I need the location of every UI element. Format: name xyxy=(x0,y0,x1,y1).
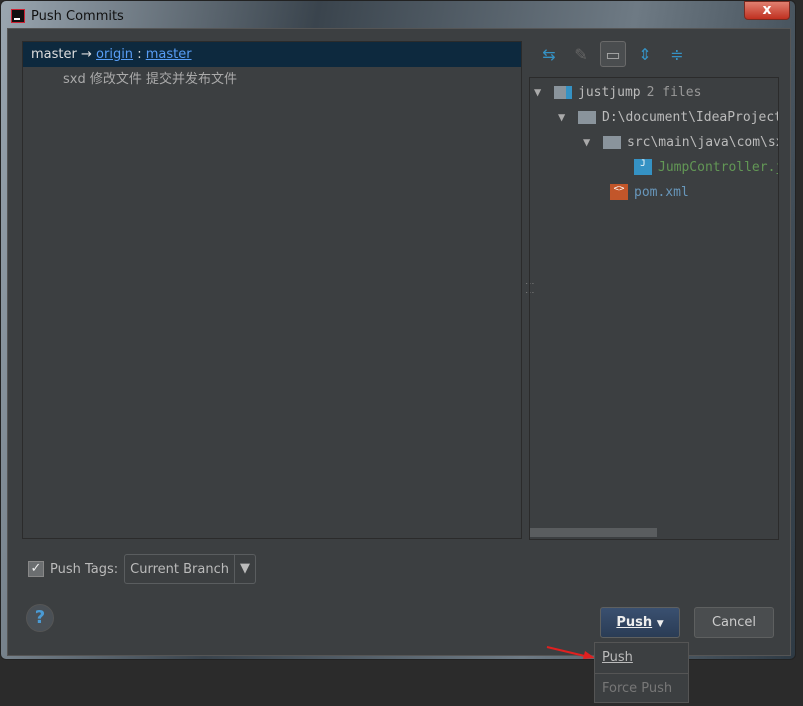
expand-all-icon[interactable]: ⇕ xyxy=(632,41,658,67)
help-button[interactable]: ? xyxy=(26,604,54,632)
push-label: Push xyxy=(616,615,653,630)
push-tags-row: ✓ Push Tags: Current Branch ▼ xyxy=(28,554,256,584)
file-count: 2 files xyxy=(646,84,702,100)
remote-branch-link[interactable]: master xyxy=(146,47,192,62)
branch-row[interactable]: master → origin : master xyxy=(23,42,521,67)
expand-arrow-icon[interactable]: ▼ xyxy=(534,85,548,99)
cancel-button[interactable]: Cancel xyxy=(694,607,774,638)
local-branch: master xyxy=(31,47,77,62)
dropdown-arrow-icon: ▼ xyxy=(656,619,664,629)
group-by-directory-icon[interactable]: ▭ xyxy=(600,41,626,67)
java-file-icon: J xyxy=(634,159,652,175)
red-arrow-annotation xyxy=(546,646,595,659)
menu-item-push[interactable]: Push xyxy=(595,643,688,673)
push-tags-checkbox[interactable]: ✓ xyxy=(28,561,44,577)
window-title: Push Commits xyxy=(31,8,124,24)
chevron-down-icon[interactable]: ▼ xyxy=(233,555,255,583)
dialog-content: master → origin : master sxd 修改文件 提交并发布文… xyxy=(7,28,791,656)
menu-item-force-push[interactable]: Force Push xyxy=(595,673,688,703)
tree-node-dir[interactable]: ▼ D:\document\IdeaProject xyxy=(558,105,779,129)
tags-value: Current Branch xyxy=(130,561,229,577)
tree-node-root[interactable]: ▼ justjump 2 files xyxy=(534,80,701,104)
expand-arrow-icon[interactable]: ▼ xyxy=(558,110,572,124)
arrow-icon: → xyxy=(80,47,92,62)
tree-node-file[interactable]: J JumpController.java xyxy=(634,155,778,179)
horizontal-scrollbar[interactable] xyxy=(530,528,657,537)
tree-label: D:\document\IdeaProject xyxy=(602,109,779,125)
push-tags-label: Push Tags: xyxy=(50,561,119,577)
tree-label: JumpController.java xyxy=(658,159,778,175)
separator: : xyxy=(137,47,142,62)
commit-row[interactable]: sxd 修改文件 提交并发布文件 xyxy=(23,67,521,92)
remote-link[interactable]: origin xyxy=(96,47,133,62)
xml-file-icon: <> xyxy=(610,184,628,200)
commits-panel: master → origin : master sxd 修改文件 提交并发布文… xyxy=(22,41,522,539)
title-bar: Push Commits xyxy=(11,6,124,26)
folder-icon xyxy=(603,135,621,149)
push-button[interactable]: Push ▼ xyxy=(600,607,680,638)
changes-tree: ▼ justjump 2 files ▼ D:\document\IdeaPro… xyxy=(529,77,779,540)
tree-label: justjump xyxy=(578,84,641,100)
dialog-window: Push Commits x master → origin : master … xyxy=(0,0,796,660)
changes-toolbar: ⇆ ✎ ▭ ⇕ ≑ xyxy=(536,41,690,67)
collapse-icon[interactable]: ⇆ xyxy=(536,41,562,67)
edit-source-icon[interactable]: ✎ xyxy=(568,41,594,67)
intellij-app-icon xyxy=(11,9,25,23)
tree-node-file[interactable]: <> pom.xml xyxy=(610,180,689,204)
tree-label: src\main\java\com\sx xyxy=(627,134,779,150)
push-dropdown-menu: Push Force Push xyxy=(594,642,689,703)
tree-label: pom.xml xyxy=(634,184,689,200)
module-icon xyxy=(554,85,572,99)
tags-dropdown[interactable]: Current Branch ▼ xyxy=(124,554,256,584)
close-button[interactable]: x xyxy=(744,1,790,20)
tree-node-dir[interactable]: ▼ src\main\java\com\sx xyxy=(583,130,779,154)
folder-icon xyxy=(578,110,596,124)
expand-arrow-icon[interactable]: ▼ xyxy=(583,135,597,149)
collapse-all-icon[interactable]: ≑ xyxy=(664,41,690,67)
